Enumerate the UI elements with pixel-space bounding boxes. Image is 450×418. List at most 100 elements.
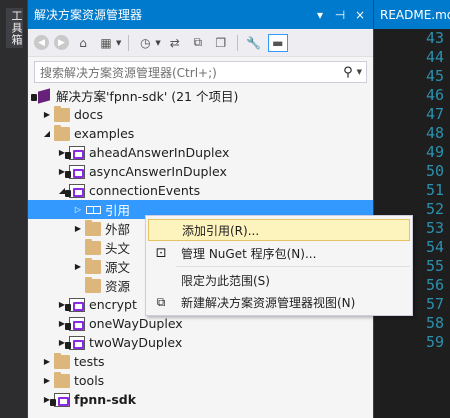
pending-changes-icon[interactable]: ◷ bbox=[136, 34, 154, 52]
tree-item-connectionEvents[interactable]: ◢ connectionEvents bbox=[28, 181, 373, 200]
search-placeholder: 搜索解决方案资源管理器(Ctrl+;) bbox=[40, 65, 217, 80]
expand-arrow-icon[interactable]: ▶ bbox=[73, 224, 83, 233]
menu-separator bbox=[176, 266, 410, 267]
menu-item-label: 添加引用(R)... bbox=[182, 223, 260, 238]
preview-icon[interactable]: ▬ bbox=[267, 33, 288, 52]
sync-icon[interactable]: ⇄ bbox=[166, 34, 184, 52]
menu-item-label: 管理 NuGet 程序包(N)... bbox=[181, 246, 317, 261]
project-icon bbox=[65, 164, 85, 179]
line-number-gutter: 43 44 45 46 47 48 49 50 51 52 53 54 55 5… bbox=[426, 29, 444, 352]
switch-views-caret-icon[interactable]: ▼ bbox=[116, 39, 121, 47]
tree-item-label: 资源 bbox=[105, 279, 131, 294]
properties-icon[interactable]: 🔧 bbox=[245, 34, 263, 52]
folder-icon bbox=[54, 352, 70, 369]
line-number: 55 bbox=[425, 257, 444, 275]
expand-arrow-icon[interactable]: ▶ bbox=[42, 357, 52, 366]
tree-item-examples[interactable]: ◢ examples bbox=[28, 124, 373, 143]
expand-arrow-icon[interactable]: ▶ bbox=[73, 262, 83, 271]
line-number: 53 bbox=[425, 219, 444, 237]
menu-item-new-view[interactable]: ⧉ 新建解决方案资源管理器视图(N) bbox=[148, 291, 410, 313]
tree-item-aheadAnswerInDuplex[interactable]: ▶ aheadAnswerInDuplex bbox=[28, 143, 373, 162]
tree-item-solution[interactable]: 解决方案'fpnn-sdk' (21 个项目) bbox=[28, 86, 373, 105]
search-input[interactable]: 搜索解决方案资源管理器(Ctrl+;) ⚲ ▼ bbox=[34, 61, 367, 83]
project-icon bbox=[50, 392, 70, 407]
tree-item-label: aheadAnswerInDuplex bbox=[89, 145, 230, 160]
line-number: 52 bbox=[425, 200, 444, 218]
new-view-icon: ⧉ bbox=[156, 294, 166, 309]
collapse-all-icon[interactable]: ⧉ bbox=[189, 34, 207, 52]
search-options-caret-icon[interactable]: ▼ bbox=[357, 68, 366, 76]
search-icon[interactable]: ⚲ bbox=[343, 65, 357, 80]
line-number: 59 bbox=[425, 333, 444, 351]
solution-icon bbox=[31, 89, 52, 103]
show-all-files-icon[interactable]: ❐ bbox=[212, 34, 230, 52]
nuget-icon: ⚀ bbox=[155, 246, 167, 260]
editor-area: README.md 43 44 45 46 47 48 49 50 51 52 … bbox=[374, 0, 450, 418]
expand-arrow-icon[interactable]: ▶ bbox=[42, 376, 52, 385]
project-icon bbox=[65, 335, 85, 350]
menu-item-scope-to-this[interactable]: 限定为此范围(S) bbox=[148, 269, 410, 291]
external-deps-icon bbox=[85, 219, 101, 236]
tree-item-label: tools bbox=[74, 373, 105, 388]
pending-changes-caret-icon[interactable]: ▼ bbox=[155, 39, 160, 47]
tree-item-tests[interactable]: ▶ tests bbox=[28, 352, 373, 371]
tree-item-asyncAnswerInDuplex[interactable]: ▶ asyncAnswerInDuplex bbox=[28, 162, 373, 181]
project-icon bbox=[65, 297, 85, 312]
references-icon bbox=[85, 203, 101, 217]
menu-item-add-reference[interactable]: 添加引用(R)... bbox=[148, 219, 410, 241]
menu-item-manage-nuget[interactable]: ⚀ 管理 NuGet 程序包(N)... bbox=[148, 242, 410, 264]
tree-item-tools[interactable]: ▶ tools bbox=[28, 371, 373, 390]
expand-arrow-icon[interactable]: ▶ bbox=[42, 110, 52, 119]
window-position-icon[interactable]: ▾ bbox=[313, 8, 327, 22]
line-number: 44 bbox=[425, 48, 444, 66]
line-number: 43 bbox=[425, 29, 444, 47]
tree-item-label: connectionEvents bbox=[89, 183, 201, 198]
toolbar-separator bbox=[128, 34, 130, 51]
project-icon bbox=[65, 183, 85, 198]
solution-explorer-panel: 解决方案资源管理器 ▾ ⊣ × ◀ ▶ ⌂ ▦ ▼ ◷ ▼ ⇄ ⧉ ❐ 🔧 ▬ 搜索… bbox=[27, 0, 374, 418]
line-number: 58 bbox=[425, 314, 444, 332]
editor-tab[interactable]: README.md bbox=[374, 0, 450, 29]
line-number: 51 bbox=[425, 181, 444, 199]
tree-item-label: 引用 bbox=[105, 203, 131, 218]
tree-item-twoWayDuplex[interactable]: ▶ twoWayDuplex bbox=[28, 333, 373, 352]
close-icon[interactable]: × bbox=[353, 8, 367, 22]
expand-arrow-icon[interactable]: ▷ bbox=[73, 205, 83, 214]
project-icon bbox=[65, 316, 85, 331]
tree-item-label: 外部 bbox=[105, 222, 131, 237]
auto-hide-pin-icon[interactable]: ⊣ bbox=[333, 8, 347, 22]
line-number: 45 bbox=[425, 67, 444, 85]
toolbox-strip: 工具箱 bbox=[0, 0, 27, 418]
line-number: 47 bbox=[425, 105, 444, 123]
tree-item-label: fpnn-sdk bbox=[74, 392, 137, 407]
tree-item-label: 源文 bbox=[105, 260, 131, 275]
folder-icon bbox=[85, 238, 101, 255]
folder-open-icon bbox=[54, 124, 70, 141]
solution-explorer-titlebar: 解决方案资源管理器 ▾ ⊣ × bbox=[28, 0, 373, 29]
context-menu: 添加引用(R)... ⚀ 管理 NuGet 程序包(N)... 限定为此范围(S… bbox=[145, 215, 413, 316]
back-icon[interactable]: ◀ bbox=[34, 35, 49, 50]
line-number: 56 bbox=[425, 276, 444, 294]
menu-item-label: 新建解决方案资源管理器视图(N) bbox=[181, 295, 356, 310]
tree-item-oneWayDuplex[interactable]: ▶ oneWayDuplex bbox=[28, 314, 373, 333]
toolbox-label[interactable]: 工具箱 bbox=[8, 10, 24, 46]
tree-item-label: examples bbox=[74, 126, 135, 141]
tree-item-label: docs bbox=[74, 107, 103, 122]
tree-item-label: encrypt bbox=[89, 297, 137, 312]
folder-icon bbox=[54, 105, 70, 122]
menu-item-label: 限定为此范围(S) bbox=[181, 273, 270, 288]
home-icon[interactable]: ⌂ bbox=[74, 34, 92, 52]
line-number: 54 bbox=[425, 238, 444, 256]
forward-icon[interactable]: ▶ bbox=[54, 35, 69, 50]
line-number: 57 bbox=[425, 295, 444, 313]
tree-item-label: twoWayDuplex bbox=[89, 335, 183, 350]
tree-item-label: 头文 bbox=[105, 241, 131, 256]
tree-item-docs[interactable]: ▶ docs bbox=[28, 105, 373, 124]
tree-item-fpnn-sdk[interactable]: ▶ fpnn-sdk bbox=[28, 390, 373, 409]
tree-item-label: 解决方案'fpnn-sdk' (21 个项目) bbox=[56, 89, 239, 104]
collapse-arrow-icon[interactable]: ◢ bbox=[42, 129, 52, 138]
tree-item-label: tests bbox=[74, 354, 105, 369]
tree-item-label: oneWayDuplex bbox=[89, 316, 183, 331]
switch-views-icon[interactable]: ▦ bbox=[97, 34, 115, 52]
project-icon bbox=[65, 145, 85, 160]
